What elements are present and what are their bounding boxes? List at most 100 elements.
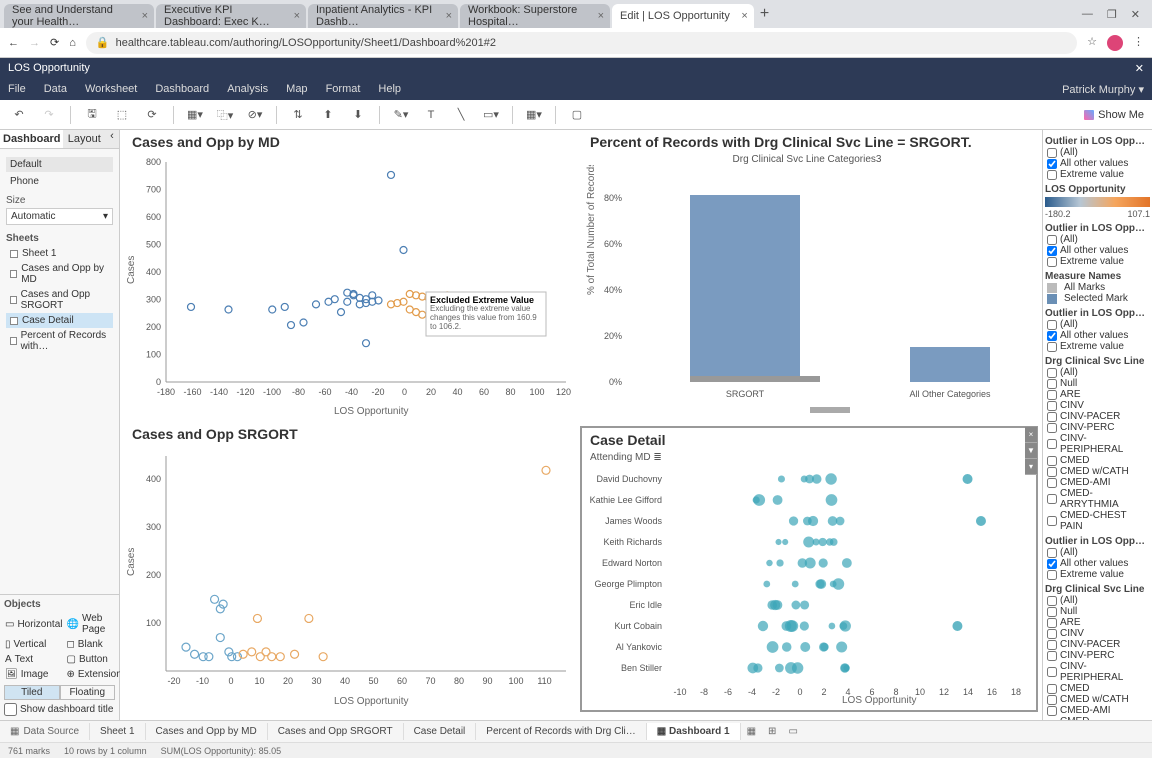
- more-icon[interactable]: ▾: [1025, 459, 1037, 475]
- new-data-source-icon[interactable]: ⬚: [111, 104, 133, 126]
- browser-tab-1[interactable]: Executive KPI Dashboard: Exec K…×: [156, 4, 306, 28]
- bar-srgort-sec[interactable]: [690, 376, 820, 382]
- filter-title[interactable]: Outlier in LOS Opportuni…: [1045, 136, 1150, 147]
- url-input[interactable]: 🔒 healthcare.tableau.com/authoring/LOSOp…: [86, 32, 1077, 54]
- new-story-icon[interactable]: ▭: [782, 726, 803, 737]
- filter-item[interactable]: CINV-PERC: [1045, 422, 1150, 433]
- sheet-tab[interactable]: ▦ Dashboard 1: [647, 723, 741, 740]
- collapse-pane-icon[interactable]: ‹: [105, 130, 119, 148]
- size-select[interactable]: Automatic▾: [6, 208, 113, 225]
- device-default[interactable]: Default: [6, 157, 113, 172]
- home-icon[interactable]: ⌂: [69, 37, 76, 49]
- browser-tab-4[interactable]: Edit | LOS Opportunity×: [612, 4, 754, 28]
- viz-percent-records[interactable]: Percent of Records with Drg Clinical Svc…: [582, 130, 1032, 420]
- menu-icon[interactable]: ⋮: [1133, 35, 1144, 51]
- close-icon[interactable]: ×: [446, 10, 452, 22]
- highlight-icon[interactable]: ✎▾: [390, 104, 412, 126]
- sheet-item[interactable]: Cases and Opp SRGORT: [6, 287, 113, 313]
- bar-srgort[interactable]: [690, 195, 800, 380]
- menu-format[interactable]: Format: [326, 83, 361, 95]
- filter-title[interactable]: Outlier in LOS Opportuni…: [1045, 536, 1150, 547]
- new-dashboard-icon[interactable]: ⊞: [762, 726, 782, 737]
- browser-tab-3[interactable]: Workbook: Superstore Hospital…×: [460, 4, 610, 28]
- filter-item[interactable]: CMED w/CATH: [1045, 466, 1150, 477]
- dashboard-canvas[interactable]: Cases and Opp by MD 01002003004005006007…: [120, 130, 1042, 720]
- filter-item[interactable]: CINV-PERIPHERAL: [1045, 661, 1150, 683]
- sheet-tab[interactable]: Percent of Records with Drg Cli…: [476, 723, 647, 740]
- close-editor-icon[interactable]: ✕: [1135, 62, 1144, 75]
- menu-worksheet[interactable]: Worksheet: [85, 83, 137, 95]
- close-icon[interactable]: ×: [598, 10, 604, 22]
- format-icon[interactable]: ▭▾: [480, 104, 502, 126]
- redo-icon[interactable]: ↷: [38, 104, 60, 126]
- object-blank[interactable]: ◻ Blank: [65, 638, 122, 651]
- filter-item[interactable]: CMED-AMI: [1045, 705, 1150, 716]
- browser-tab-0[interactable]: See and Understand your Health…×: [4, 4, 154, 28]
- filter-item[interactable]: CMED-CHEST PAIN: [1045, 510, 1150, 532]
- filter-item[interactable]: (All): [1045, 147, 1150, 158]
- close-icon[interactable]: ×: [1025, 427, 1037, 443]
- filter-item[interactable]: CMED-ARRYTHMIA: [1045, 488, 1150, 510]
- filter-item[interactable]: CMED-ARRYTHMIA: [1045, 716, 1150, 720]
- fit-icon[interactable]: ▦▾: [523, 104, 545, 126]
- object-horizontal[interactable]: ▭ Horizontal: [4, 612, 63, 636]
- sheet-item[interactable]: Cases and Opp by MD: [6, 261, 113, 287]
- clear-icon[interactable]: ⊘▾: [244, 104, 266, 126]
- object-extension[interactable]: ⊕ Extension: [65, 668, 122, 681]
- pane-tab-dashboard[interactable]: Dashboard: [0, 130, 63, 148]
- object-text[interactable]: A Text: [4, 653, 63, 666]
- tiled-toggle[interactable]: Tiled: [4, 685, 60, 700]
- legend-item[interactable]: All Marks: [1045, 282, 1150, 293]
- close-icon[interactable]: ×: [741, 10, 747, 22]
- filter-title[interactable]: Drg Clinical Svc Line: [1045, 356, 1150, 367]
- filter-item[interactable]: CINV-PERC: [1045, 650, 1150, 661]
- filter-item[interactable]: CMED-AMI: [1045, 477, 1150, 488]
- filter-item[interactable]: Null: [1045, 606, 1150, 617]
- filter-item[interactable]: CMED: [1045, 683, 1150, 694]
- menu-file[interactable]: File: [8, 83, 26, 95]
- pane-tab-layout[interactable]: Layout: [63, 130, 105, 148]
- sheet-tab[interactable]: Sheet 1: [90, 723, 145, 740]
- swap-icon[interactable]: ⇅: [287, 104, 309, 126]
- filter-title[interactable]: Drg Clinical Svc Line: [1045, 584, 1150, 595]
- sheet-item[interactable]: Case Detail: [6, 313, 113, 328]
- menu-analysis[interactable]: Analysis: [227, 83, 268, 95]
- filter-item[interactable]: CMED: [1045, 455, 1150, 466]
- undo-icon[interactable]: ↶: [8, 104, 30, 126]
- filter-icon[interactable]: ▼: [1025, 443, 1037, 459]
- filter-item[interactable]: CINV-PERIPHERAL: [1045, 433, 1150, 455]
- filter-item[interactable]: ARE: [1045, 617, 1150, 628]
- sort-desc-icon[interactable]: ⬇: [347, 104, 369, 126]
- save-icon[interactable]: 🖫: [81, 104, 103, 126]
- close-icon[interactable]: ×: [142, 10, 148, 22]
- filter-item[interactable]: CINV-PACER: [1045, 411, 1150, 422]
- filter-item[interactable]: All other values: [1045, 158, 1150, 169]
- filter-item[interactable]: (All): [1045, 595, 1150, 606]
- browser-tab-2[interactable]: Inpatient Analytics - KPI Dashb…×: [308, 4, 458, 28]
- new-sheet-icon[interactable]: ▦: [741, 726, 762, 737]
- filter-item[interactable]: CINV-PACER: [1045, 639, 1150, 650]
- show-title-check[interactable]: Show dashboard title: [4, 703, 115, 716]
- floating-toggle[interactable]: Floating: [60, 685, 116, 700]
- filter-item[interactable]: CMED w/CATH: [1045, 694, 1150, 705]
- close-icon[interactable]: ×: [294, 10, 300, 22]
- minimize-icon[interactable]: ―: [1082, 8, 1093, 21]
- data-source-tab[interactable]: ▦ Data Source: [0, 723, 90, 740]
- viz-case-detail[interactable]: × ▼ ▾ Case Detail Attending MD ≣ David D…: [580, 426, 1038, 712]
- user-menu[interactable]: Patrick Murphy ▾: [1062, 83, 1144, 96]
- bar-other[interactable]: [910, 347, 990, 382]
- profile-icon[interactable]: [1107, 35, 1123, 51]
- label-icon[interactable]: T: [420, 104, 442, 126]
- menu-map[interactable]: Map: [286, 83, 307, 95]
- filter-title[interactable]: Outlier in LOS Opportuni…: [1045, 223, 1150, 234]
- filter-item[interactable]: CINV: [1045, 400, 1150, 411]
- filter-item[interactable]: CINV: [1045, 628, 1150, 639]
- menu-dashboard[interactable]: Dashboard: [155, 83, 209, 95]
- maximize-icon[interactable]: ❐: [1107, 8, 1117, 21]
- menu-data[interactable]: Data: [44, 83, 67, 95]
- filter-item[interactable]: Extreme value: [1045, 169, 1150, 180]
- star-icon[interactable]: ☆: [1087, 35, 1097, 51]
- presentation-icon[interactable]: ▢: [566, 104, 588, 126]
- device-phone[interactable]: Phone: [6, 176, 113, 187]
- filter-item[interactable]: (All): [1045, 367, 1150, 378]
